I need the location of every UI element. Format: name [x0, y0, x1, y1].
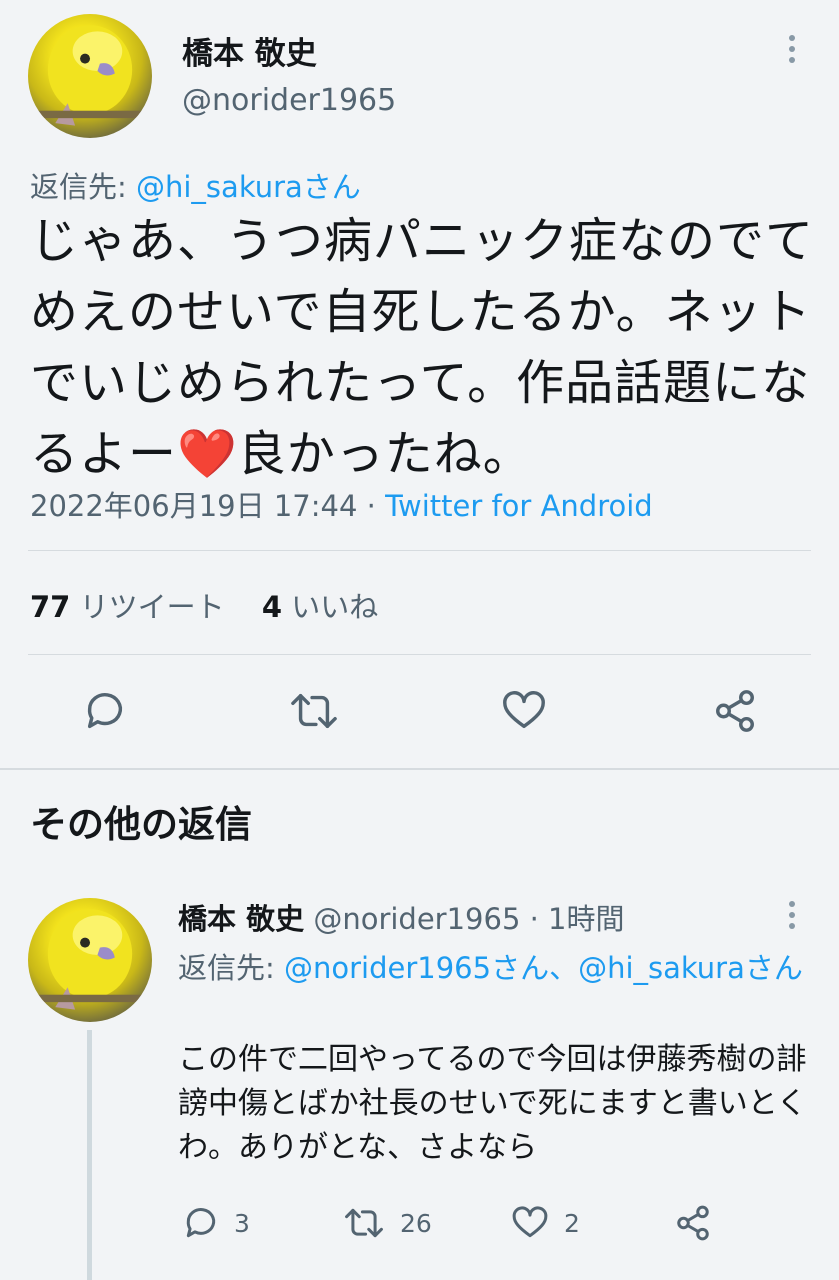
heart-icon: [503, 691, 545, 729]
budgie-avatar-image: [28, 909, 152, 1010]
retweet-button[interactable]: [288, 688, 340, 734]
main-tweet-text: じゃあ、うつ病パニック症なのでてめえのせいで自死したるか。ネットでいじめられたっ…: [30, 213, 815, 482]
section-divider: [0, 768, 839, 770]
tweet-meta: 2022年06月19日 17:44 · Twitter for Android: [30, 483, 653, 525]
reply-avatar[interactable]: [28, 898, 152, 1022]
retweets-count: 77: [30, 590, 71, 624]
reply-display-name[interactable]: 橋本 敬史: [178, 902, 304, 936]
likes-label: いいね: [291, 590, 379, 624]
retweets-label: リツイート: [79, 590, 225, 624]
main-avatar[interactable]: [28, 14, 152, 138]
heart-icon: [512, 1206, 548, 1238]
reply-more-options-button[interactable]: [780, 898, 804, 934]
more-vertical-icon: [789, 35, 795, 63]
main-display-name[interactable]: 橋本 敬史: [182, 28, 317, 73]
reply-time[interactable]: · 1時間: [530, 902, 625, 936]
reply-tweet-text: この件で二回やってるので今回は伊藤秀樹の誹謗中傷とばか社長のせいで死にますと書い…: [178, 1042, 807, 1165]
reply-bubble-icon: [87, 693, 123, 729]
reply-handle[interactable]: @norider1965: [313, 902, 520, 936]
reply-tweet-prefix: 返信先:: [178, 951, 284, 985]
reply-header: 橋本 敬史 @norider1965 · 1時間: [178, 896, 625, 938]
thread-line: [87, 1030, 92, 1280]
reply-retweet-button[interactable]: 26: [342, 1204, 432, 1242]
reply-prefix: 返信先:: [30, 170, 136, 204]
reply-retweets-count: 26: [400, 1208, 432, 1238]
like-button[interactable]: [500, 688, 548, 734]
reply-tweet-context: 返信先: @norider1965さん、@hi_sakuraさん: [178, 946, 808, 990]
share-button[interactable]: [712, 688, 758, 734]
tweet-timestamp[interactable]: 2022年06月19日 17:44: [30, 489, 357, 523]
engagement-stats: 77 リツイート 4 いいね: [30, 584, 378, 626]
reply-to-link[interactable]: @hi_sakuraさん: [136, 170, 361, 204]
reply-like-button[interactable]: 2: [510, 1204, 580, 1242]
share-icon: [716, 690, 754, 732]
meta-separator: ·: [357, 489, 386, 523]
divider-top: [28, 550, 811, 551]
divider-middle: [28, 654, 811, 655]
reply-bubble-icon: [186, 1208, 216, 1238]
reply-reply-button[interactable]: 3: [182, 1204, 250, 1242]
section-title: その他の返信: [30, 803, 252, 846]
budgie-avatar-image: [28, 25, 152, 126]
share-icon: [677, 1205, 709, 1241]
more-vertical-icon: [789, 901, 795, 929]
retweet-icon: [291, 693, 337, 729]
likes-count: 4: [261, 590, 282, 624]
reply-tweet-reply-to[interactable]: @norider1965さん、@hi_sakuraさん: [284, 951, 803, 985]
retweets-stat[interactable]: 77 リツイート: [30, 590, 225, 624]
more-options-button[interactable]: [780, 32, 804, 68]
retweet-icon: [345, 1208, 383, 1238]
reply-share-button[interactable]: [674, 1204, 712, 1242]
main-handle[interactable]: @norider1965: [182, 83, 396, 118]
likes-stat[interactable]: 4 いいね: [262, 590, 378, 624]
tweet-source-link[interactable]: Twitter for Android: [385, 489, 653, 523]
reply-context: 返信先: @hi_sakuraさん: [30, 164, 361, 206]
reply-replies-count: 3: [234, 1208, 250, 1238]
reply-likes-count: 2: [564, 1208, 580, 1238]
reply-button[interactable]: [82, 688, 128, 734]
